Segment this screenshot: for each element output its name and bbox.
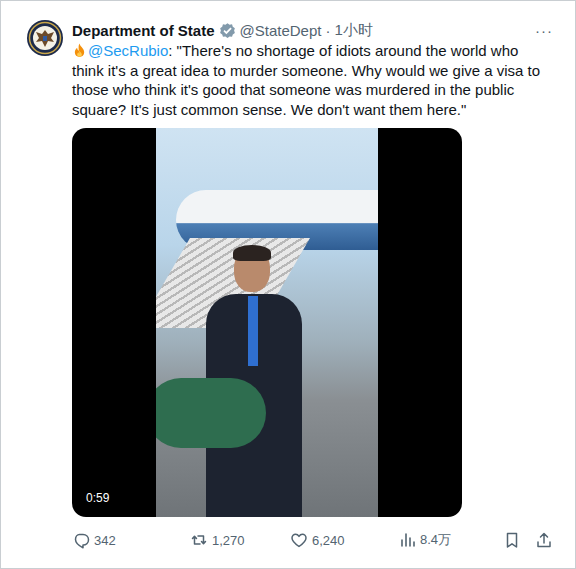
bookmark-icon: [503, 531, 521, 549]
tweet-text: @SecRubio: "There's no shortage of idiot…: [72, 41, 561, 119]
account-handle[interactable]: @StateDept: [240, 22, 322, 39]
seal-avatar-icon[interactable]: [27, 20, 63, 56]
tweet: Department of State @StateDept·1小时 ··· @Sec…: [72, 20, 561, 568]
bookmark-button[interactable]: [503, 531, 521, 549]
verified-badge-icon: [219, 22, 236, 39]
views-button[interactable]: 8.4万: [398, 531, 503, 549]
reply-count: 342: [94, 533, 116, 548]
tool-group: [503, 531, 553, 549]
action-bar: 342 1,270 6,240 8.4万: [72, 530, 561, 550]
views-count: 8.4万: [420, 531, 451, 549]
retweet-icon: [190, 531, 208, 549]
video-frame: [156, 128, 378, 517]
views-icon: [398, 531, 416, 549]
separator: ·: [325, 22, 330, 39]
video-duration: 0:59: [81, 489, 114, 507]
reporter-arm: [156, 378, 266, 448]
fire-emoji-icon: [72, 42, 87, 58]
share-button[interactable]: [535, 531, 553, 549]
mention-link[interactable]: @SecRubio: [88, 42, 168, 59]
like-button[interactable]: 6,240: [290, 531, 398, 549]
share-icon: [535, 531, 553, 549]
account-name[interactable]: Department of State: [72, 22, 215, 39]
retweet-count: 1,270: [212, 533, 245, 548]
like-icon: [290, 531, 308, 549]
video-player[interactable]: 0:59: [72, 128, 462, 517]
more-button[interactable]: ···: [535, 22, 561, 39]
reply-button[interactable]: 342: [72, 531, 190, 549]
reply-icon: [72, 531, 90, 549]
tweet-header: Department of State @StateDept·1小时 ···: [72, 20, 561, 40]
retweet-button[interactable]: 1,270: [190, 531, 290, 549]
post-time[interactable]: 1小时: [334, 21, 372, 40]
like-count: 6,240: [312, 533, 345, 548]
